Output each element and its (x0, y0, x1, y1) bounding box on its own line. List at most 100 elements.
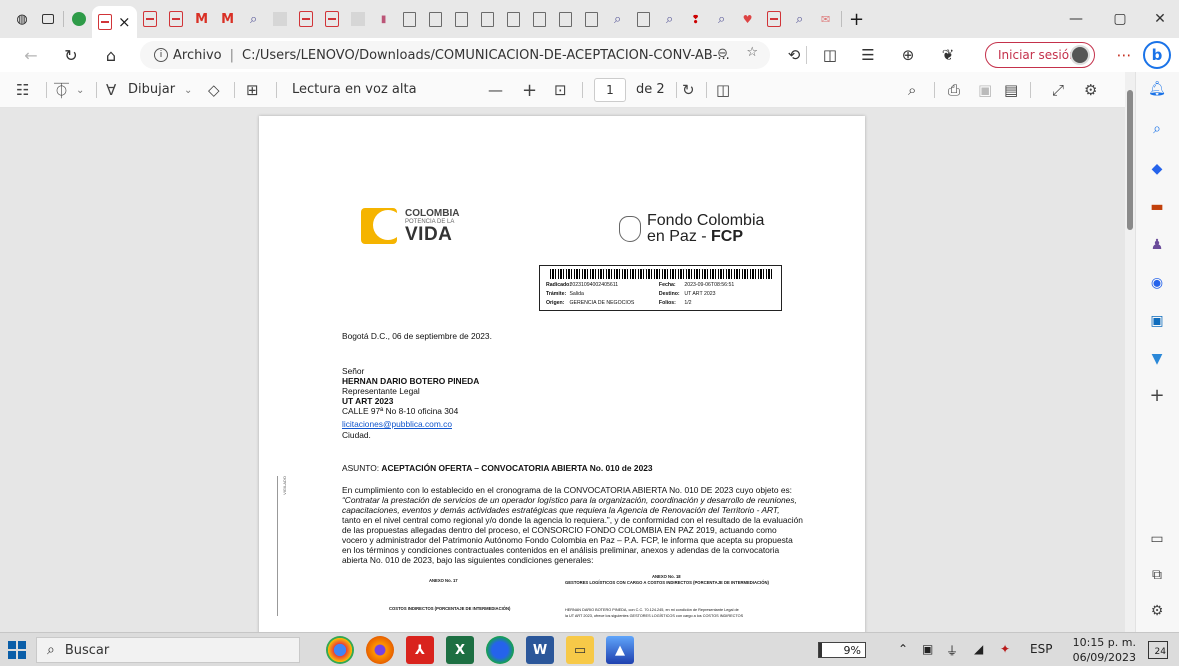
save-as-icon[interactable]: ▤ (1004, 80, 1018, 100)
info-icon[interactable]: i (154, 48, 168, 62)
back-button[interactable]: ← (14, 40, 48, 70)
more-menu-icon[interactable]: ⋯ (1112, 43, 1136, 67)
games-icon[interactable]: ♟ (1146, 234, 1168, 256)
refresh-button[interactable]: ↻ (54, 40, 88, 70)
highlight-icon[interactable]: ⏁ (54, 80, 69, 100)
drop-icon[interactable]: ▼ (1146, 348, 1168, 370)
read-aloud-button[interactable]: Lectura en voz alta (292, 82, 417, 97)
outlook-icon[interactable]: ▣ (1146, 310, 1168, 332)
sidebar-search-icon[interactable]: ⌕ (1146, 118, 1168, 140)
acrobat-icon[interactable]: ⅄ (406, 636, 434, 664)
wifi-icon[interactable]: ◢ (974, 642, 983, 656)
notification-center-button[interactable]: 24 (1148, 641, 1168, 659)
home-button[interactable]: ⌂ (94, 40, 128, 70)
file-explorer-icon[interactable]: ▭ (566, 636, 594, 664)
zoom-out-button[interactable]: — (488, 80, 503, 100)
tools-briefcase-icon[interactable]: ▬ (1146, 196, 1168, 218)
power-icon[interactable]: ⏚ (946, 642, 958, 659)
collections-icon[interactable]: ⊕ (896, 43, 920, 67)
taskbar-search[interactable]: ⌕ Buscar (36, 637, 300, 663)
tab-search-2[interactable]: ⌕ (608, 9, 628, 29)
tray-chevron-icon[interactable]: ⌃ (898, 642, 908, 656)
battery-indicator[interactable]: 9% (818, 642, 866, 658)
taskbar-clock[interactable]: 10:15 p. m. 06/09/2023 (1066, 635, 1136, 665)
tab-search-3[interactable]: ⌕ (660, 9, 680, 29)
add-sidebar-app-icon[interactable]: + (1146, 384, 1168, 406)
new-tab-button[interactable]: + (847, 9, 867, 30)
tab-search-1[interactable]: ⌕ (244, 9, 264, 29)
print-icon[interactable]: ⎙ (948, 80, 960, 100)
word-icon[interactable]: W (526, 636, 554, 664)
page-number-input[interactable]: 1 (594, 78, 626, 102)
zoom-in-button[interactable]: + (522, 80, 537, 101)
pdf-viewer[interactable]: COLOMBIA POTENCIA DE LA VIDA Fondo Colom… (0, 108, 1125, 632)
chrome-icon[interactable] (326, 636, 354, 664)
tab-doc-5[interactable] (504, 9, 524, 29)
contents-icon[interactable]: ☷ (16, 80, 29, 100)
language-indicator[interactable]: ESP (1030, 642, 1052, 656)
tab-doc-2[interactable] (426, 9, 446, 29)
tab-blank-2[interactable] (348, 9, 368, 29)
signin-button[interactable]: Iniciar sesión (985, 42, 1095, 68)
minimize-button[interactable]: — (1056, 0, 1096, 38)
page-view-icon[interactable]: ◫ (716, 80, 730, 100)
notifications-icon[interactable]: 🔔︎ (1146, 78, 1168, 100)
sidebar-panel-icon[interactable]: ▭ (1146, 528, 1168, 550)
edge-icon[interactable] (486, 636, 514, 664)
tab-pdf-4[interactable] (322, 9, 342, 29)
scrollbar-thumb[interactable] (1127, 90, 1133, 230)
tab-search-4[interactable]: ⌕ (712, 9, 732, 29)
rotate-icon[interactable]: ↻ (682, 80, 695, 100)
tab-doc-8[interactable] (582, 9, 602, 29)
photos-icon[interactable]: ▲ (606, 636, 634, 664)
eraser-icon[interactable]: ◇ (208, 80, 220, 100)
tab-doc-1[interactable] (400, 9, 420, 29)
text-icon[interactable]: ⊞ (246, 80, 259, 100)
tab-misc-1[interactable]: ▮ (374, 9, 394, 29)
tab-pdf-1[interactable] (140, 9, 160, 29)
url-field[interactable]: i Archivo | C:/Users/LENOVO/Downloads/CO… (140, 41, 770, 69)
tab-gmail-2[interactable]: M (218, 9, 238, 29)
tab-pdf-3[interactable] (296, 9, 316, 29)
workspaces-icon[interactable]: ◍ (12, 9, 32, 29)
tray-app-icon[interactable]: ▣ (922, 642, 933, 656)
tray-security-icon[interactable]: ✦ (1000, 642, 1010, 656)
maximize-button[interactable]: ▢ (1100, 0, 1140, 38)
fullscreen-icon[interactable]: ⤢ (1052, 80, 1064, 100)
start-button[interactable] (8, 641, 26, 659)
tab-doc-7[interactable] (556, 9, 576, 29)
tab-search-5[interactable]: ⌕ (790, 9, 810, 29)
tab-pdf-2[interactable] (166, 9, 186, 29)
tab-heart-app[interactable]: ♥ (738, 9, 758, 29)
tab-red-app[interactable]: ❢ (686, 9, 706, 29)
tab-green-app[interactable] (69, 9, 89, 29)
settings-gear-icon[interactable]: ⚙ (1084, 80, 1097, 100)
bing-copilot-button[interactable]: b (1143, 41, 1171, 69)
extensions-icon[interactable]: ⟲ (782, 43, 806, 67)
favorites-icon[interactable]: ☰ (856, 43, 880, 67)
close-window-button[interactable]: ✕ (1140, 0, 1179, 38)
tab-actions-icon[interactable] (38, 9, 58, 29)
save-icon[interactable]: ▣ (978, 80, 992, 100)
search-icon[interactable]: ⌕ (908, 80, 916, 100)
tab-doc-4[interactable] (478, 9, 498, 29)
tab-doc-9[interactable] (634, 9, 654, 29)
sidebar-settings-icon[interactable]: ⚙ (1146, 600, 1168, 622)
draw-icon[interactable]: ∀ (106, 80, 116, 100)
tab-close-button[interactable]: × (118, 13, 131, 31)
heart-extension-icon[interactable]: ❦ (936, 43, 960, 67)
draw-label[interactable]: Dibujar (128, 82, 175, 97)
split-screen-icon[interactable]: ◫ (818, 43, 842, 67)
vertical-scrollbar[interactable] (1125, 72, 1135, 632)
firefox-icon[interactable] (366, 636, 394, 664)
tab-mail-app[interactable]: ✉ (816, 9, 836, 29)
tab-doc-6[interactable] (530, 9, 550, 29)
tab-pdf-5[interactable] (764, 9, 784, 29)
tab-gmail-1[interactable]: M (192, 9, 212, 29)
chevron-down-icon[interactable]: ⌄ (76, 80, 84, 100)
zoom-icon[interactable]: ⊖ (717, 46, 728, 61)
microsoft365-icon[interactable]: ◉ (1146, 272, 1168, 294)
excel-icon[interactable]: X (446, 636, 474, 664)
external-link-icon[interactable]: ⧉ (1146, 564, 1168, 586)
favorite-star-icon[interactable]: ☆ (746, 45, 758, 60)
